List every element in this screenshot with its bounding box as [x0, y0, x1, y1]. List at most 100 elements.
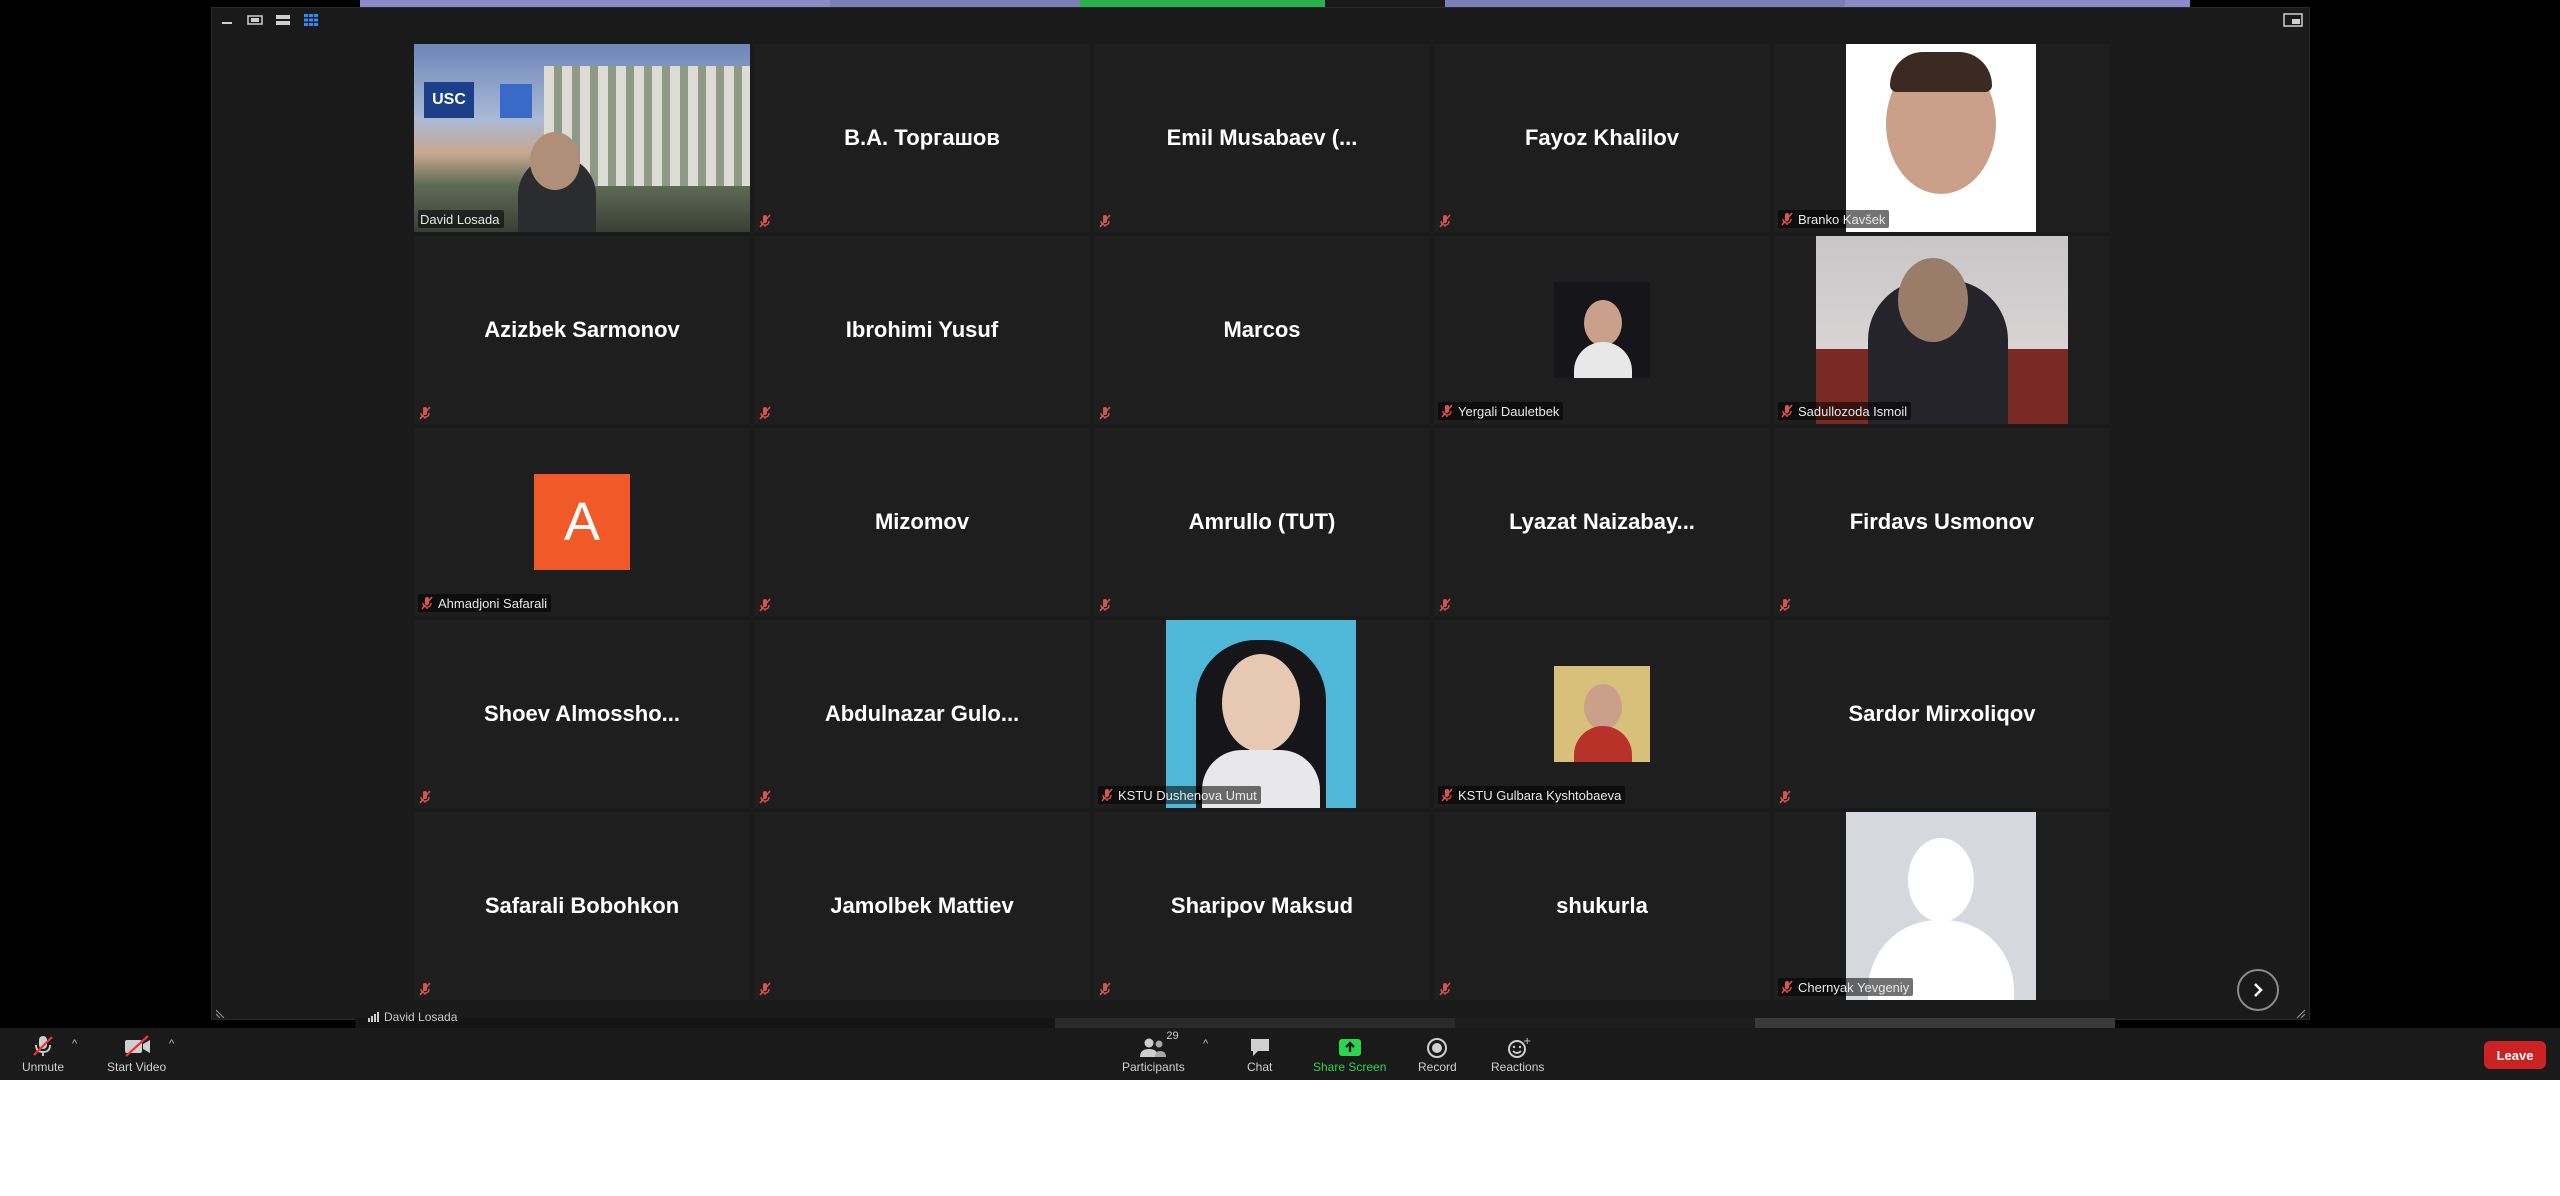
participant-label-text: Sadullozoda Ismoil [1798, 403, 1908, 419]
record-label: Record [1418, 1060, 1457, 1074]
video-options-caret[interactable]: ^ [169, 1038, 174, 1050]
gallery-view-icon[interactable] [274, 13, 292, 27]
speaker-view-icon[interactable] [246, 13, 264, 27]
muted-indicator [1098, 982, 1112, 996]
muted-indicator [758, 982, 772, 996]
participant-tile[interactable]: Branko Kavšek [1774, 44, 2110, 232]
start-video-label: Start Video [107, 1060, 167, 1074]
chat-icon [1250, 1039, 1269, 1056]
record-button[interactable]: Record [1418, 1032, 1457, 1074]
share-screen-button[interactable]: Share Screen [1313, 1032, 1386, 1074]
participant-tile[interactable]: Mizomov [754, 428, 1090, 616]
muted-microphone-icon [1099, 406, 1111, 420]
participant-label-text: Branko Kavšek [1798, 211, 1886, 227]
participants-button[interactable]: 29 Participants [1122, 1030, 1185, 1074]
participant-tile[interactable]: Marcos [1094, 236, 1430, 424]
muted-microphone-icon [1781, 980, 1793, 994]
participant-placeholder-photo [1846, 812, 2036, 1000]
muted-microphone-icon [1101, 788, 1113, 802]
chat-button[interactable]: Chat [1247, 1032, 1272, 1074]
participant-avatar: A [534, 474, 630, 570]
next-page-button[interactable] [2237, 969, 2279, 1011]
muted-indicator [1098, 214, 1112, 228]
participant-label-text: KSTU Dushenova Umut [1118, 787, 1257, 803]
participant-tile[interactable]: Lyazat Naizabay... [1434, 428, 1770, 616]
participant-label: Ahmadjoni Safarali [418, 594, 552, 612]
participant-tile[interactable]: shukurla [1434, 812, 1770, 1000]
reactions-button[interactable]: + Reactions [1491, 1032, 1544, 1074]
muted-indicator [758, 406, 772, 420]
participant-tile[interactable]: Fayoz Khalilov [1434, 44, 1770, 232]
participant-tile[interactable]: KSTU Dushenova Umut [1094, 620, 1430, 808]
audio-options-caret[interactable]: ^ [72, 1038, 77, 1050]
bottom-video-strip [355, 1018, 2115, 1028]
participant-tile[interactable]: Ibrohimi Yusuf [754, 236, 1090, 424]
muted-indicator [418, 982, 432, 996]
chat-label: Chat [1247, 1060, 1273, 1074]
start-video-button[interactable]: Start Video [107, 1032, 166, 1074]
participant-tile[interactable]: Amrullo (TUT) [1094, 428, 1430, 616]
signal-icon [368, 1012, 379, 1022]
participant-tile[interactable]: B.A. Торгашов [754, 44, 1090, 232]
resize-grip-left[interactable] [215, 1005, 226, 1019]
participant-name: Lyazat Naizabay... [1509, 509, 1695, 534]
bottom-strip-label: David Losada [368, 1010, 457, 1024]
participant-grid: USC David Losada B.A. Торгашов Emil Musabae… [414, 44, 2110, 1004]
share-screen-label: Share Screen [1313, 1060, 1387, 1074]
minimize-icon[interactable] [218, 13, 236, 27]
participant-name: Abdulnazar Gulo... [824, 701, 1020, 726]
participant-label: Sadullozoda Ismoil [1778, 402, 1912, 420]
muted-indicator [418, 406, 432, 420]
video-off-icon [124, 1035, 150, 1057]
participant-tile[interactable]: Yergali Dauletbek [1434, 236, 1770, 424]
participant-tile[interactable]: Chernyak Yevgeniy [1774, 812, 2110, 1000]
participant-tile[interactable]: Safarali Bobohkon [414, 812, 750, 1000]
participant-tile[interactable]: Azizbek Sarmonov [414, 236, 750, 424]
muted-indicator [1778, 790, 1792, 804]
muted-microphone-icon [759, 214, 771, 228]
participant-tile[interactable]: Sadullozoda Ismoil [1774, 236, 2110, 424]
participant-tile[interactable]: Sharipov Maksud [1094, 812, 1430, 1000]
participant-video: USC [414, 44, 750, 232]
muted-microphone-icon [1781, 212, 1793, 226]
muted-microphone-icon [1439, 598, 1451, 612]
participant-name: Sardor Mirxoliqov [1848, 701, 2036, 726]
reactions-label: Reactions [1491, 1060, 1545, 1074]
participant-tile[interactable]: Firdavs Usmonov [1774, 428, 2110, 616]
participant-tile[interactable]: Sardor Mirxoliqov [1774, 620, 2110, 808]
participant-photo [1846, 44, 2036, 232]
muted-microphone-icon [1779, 790, 1791, 804]
participant-tile[interactable]: Jamolbek Mattiev [754, 812, 1090, 1000]
muted-microphone-icon [759, 790, 771, 804]
participant-label: KSTU Gulbara Kyshtobaeva [1438, 786, 1626, 804]
participant-name: Azizbek Sarmonov [484, 317, 680, 342]
muted-microphone-icon [1099, 598, 1111, 612]
participant-tile[interactable]: USC David Losada [414, 44, 750, 232]
resize-grip-right[interactable] [2295, 1005, 2306, 1019]
top-video-strip [360, 0, 2190, 7]
participant-name: Jamolbek Mattiev [830, 893, 1014, 918]
record-icon [1427, 1038, 1448, 1058]
grid-view-icon[interactable] [302, 13, 320, 27]
participant-tile[interactable]: Abdulnazar Gulo... [754, 620, 1090, 808]
participant-name: Marcos [1223, 317, 1301, 342]
muted-microphone-icon [1099, 214, 1111, 228]
participant-photo [1554, 666, 1650, 762]
participants-options-caret[interactable]: ^ [1203, 1038, 1208, 1050]
unmute-button[interactable]: Unmute [22, 1032, 64, 1074]
leave-button[interactable]: Leave [2484, 1041, 2546, 1069]
participant-tile[interactable]: A Ahmadjoni Safarali [414, 428, 750, 616]
participant-tile[interactable]: Shoev Almossho... [414, 620, 750, 808]
participant-name: Ibrohimi Yusuf [845, 317, 999, 342]
participant-tile[interactable]: Emil Musabaev (... [1094, 44, 1430, 232]
participant-label: Yergali Dauletbek [1438, 402, 1564, 420]
muted-microphone-icon [33, 1036, 53, 1056]
meeting-controls-bar: Unmute ^ Start Video ^ 29 Participants ^… [0, 1028, 2560, 1080]
exit-fullscreen-icon[interactable] [2283, 13, 2303, 27]
muted-microphone-icon [1441, 788, 1453, 802]
bottom-strip-name: David Losada [384, 1010, 458, 1024]
participant-tile[interactable]: KSTU Gulbara Kyshtobaeva [1434, 620, 1770, 808]
muted-indicator [1098, 598, 1112, 612]
zoom-meeting-screen: USC David Losada B.A. Торгашов Emil Musabae… [0, 0, 2560, 1080]
participants-count: 29 [1166, 1030, 1179, 1042]
